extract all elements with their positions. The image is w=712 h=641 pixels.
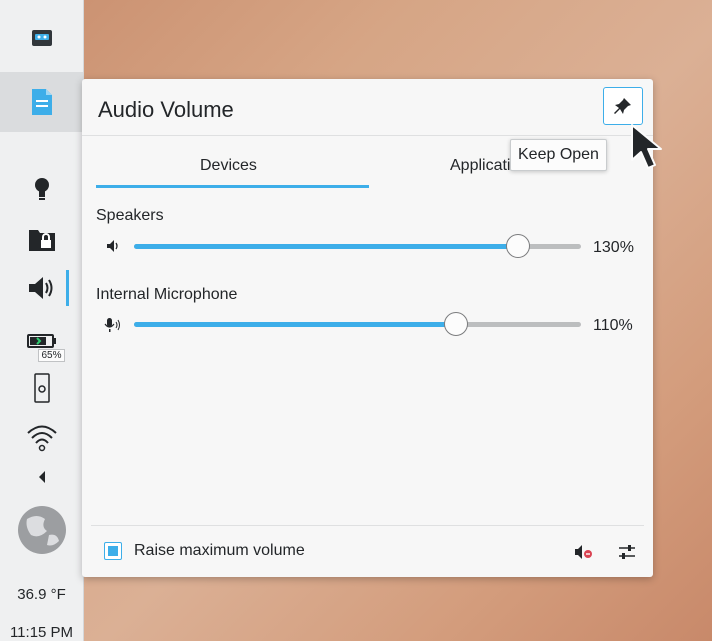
mixer-settings-icon[interactable] xyxy=(618,543,636,561)
keep-open-tooltip: Keep Open xyxy=(510,139,607,171)
popup-title: Audio Volume xyxy=(98,97,234,122)
microphone-label: Internal Microphone xyxy=(96,286,238,303)
speakers-volume-slider[interactable] xyxy=(134,234,581,258)
temperature-label[interactable]: 36.9 °F xyxy=(0,586,83,603)
chevron-left-icon[interactable] xyxy=(0,466,83,488)
microphone-slider-handle[interactable] xyxy=(444,312,468,336)
battery-percentage: 65% xyxy=(38,348,65,362)
speaker-small-icon[interactable] xyxy=(106,239,120,253)
speaker-icon[interactable] xyxy=(0,268,83,308)
raise-max-volume-checkbox[interactable] xyxy=(104,542,122,560)
microphone-volume-percent: 110% xyxy=(593,317,633,334)
globe-icon[interactable] xyxy=(0,502,83,558)
speakers-slider-handle[interactable] xyxy=(506,234,530,258)
document-icon[interactable] xyxy=(0,72,83,132)
checkbox-mark xyxy=(108,546,118,556)
speakers-slider-fill xyxy=(134,244,518,249)
active-indicator xyxy=(66,270,69,306)
battery-icon[interactable]: 65% xyxy=(0,326,83,368)
lock-folder-icon[interactable] xyxy=(0,222,83,256)
raise-max-volume-label[interactable]: Raise maximum volume xyxy=(134,542,305,560)
tape-icon[interactable] xyxy=(0,18,83,58)
clock[interactable]: 11:15 PM xyxy=(0,624,83,641)
active-tab-indicator xyxy=(96,185,369,188)
wifi-icon[interactable] xyxy=(0,418,83,456)
mouse-cursor-icon xyxy=(631,124,662,169)
tab-devices[interactable]: Devices xyxy=(200,157,257,175)
header-divider xyxy=(82,135,653,136)
speakers-volume-percent: 130% xyxy=(593,239,634,256)
lightbulb-icon[interactable] xyxy=(0,172,83,206)
footer-divider xyxy=(91,525,644,526)
mute-speaker-icon[interactable] xyxy=(574,544,594,560)
microphone-slider-fill xyxy=(134,322,456,327)
microphone-small-icon[interactable] xyxy=(104,317,122,333)
speakers-label: Speakers xyxy=(96,207,164,224)
keep-open-button[interactable] xyxy=(603,87,643,125)
pin-icon xyxy=(614,98,631,114)
system-tray-panel: 65% 36.9 °F 11:15 PM xyxy=(0,0,84,641)
phone-connect-icon[interactable] xyxy=(0,368,83,408)
microphone-volume-slider[interactable] xyxy=(134,312,581,336)
